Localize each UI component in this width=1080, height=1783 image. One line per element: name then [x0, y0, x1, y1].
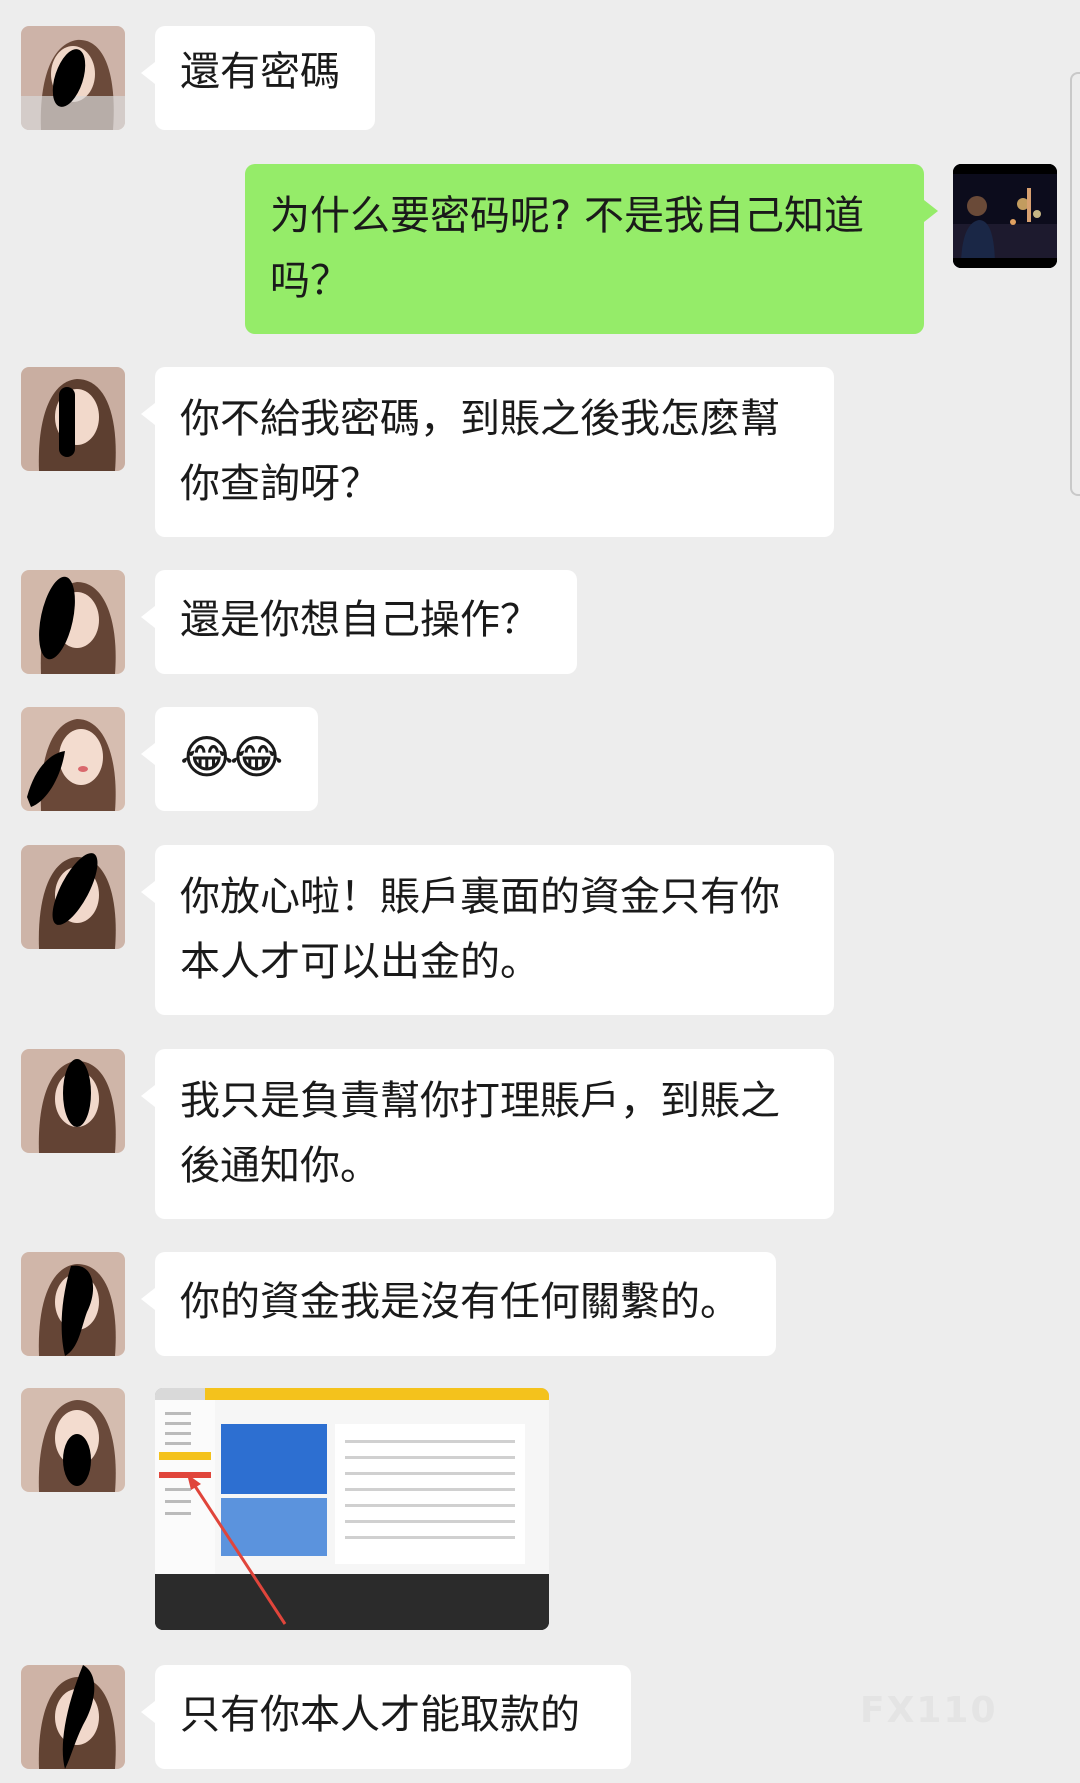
message-bubble-sent[interactable]: 为什么要密码呢? 不是我自己知道 吗？ [245, 164, 938, 334]
image-message[interactable] [155, 1388, 549, 1630]
message-bubble[interactable]: 還是你想自己操作？ [141, 570, 577, 674]
message-bubble[interactable]: 還有密碼 [141, 26, 375, 130]
contact-avatar[interactable] [21, 26, 125, 130]
contact-avatar[interactable] [21, 1049, 125, 1153]
contact-avatar[interactable] [21, 1388, 125, 1492]
contact-avatar[interactable] [21, 1665, 125, 1769]
contact-avatar[interactable] [21, 570, 125, 674]
my-avatar[interactable] [953, 164, 1057, 268]
message-bubble[interactable]: 只有你本人才能取款的 [141, 1665, 631, 1769]
scroll-indicator[interactable] [1070, 72, 1080, 496]
watermark: FX110 [860, 1690, 998, 1731]
contact-avatar[interactable] [21, 367, 125, 471]
message-bubble[interactable]: 你放心啦！賬戶裏面的資金只有你 本人才可以出金的。 [141, 845, 834, 1015]
message-bubble[interactable]: 你不給我密碼，到賬之後我怎麽幫 你查詢呀？ [141, 367, 834, 537]
emoji-message-bubble[interactable]: 😂😂 [141, 707, 318, 811]
message-bubble[interactable]: 你的資金我是沒有任何關繫的。 [141, 1252, 776, 1356]
message-bubble[interactable]: 我只是負責幫你打理賬戶，到賬之 後通知你。 [141, 1049, 834, 1219]
screenshot-image-icon [155, 1388, 549, 1630]
contact-avatar[interactable] [21, 845, 125, 949]
contact-avatar[interactable] [21, 707, 125, 811]
contact-avatar[interactable] [21, 1252, 125, 1356]
